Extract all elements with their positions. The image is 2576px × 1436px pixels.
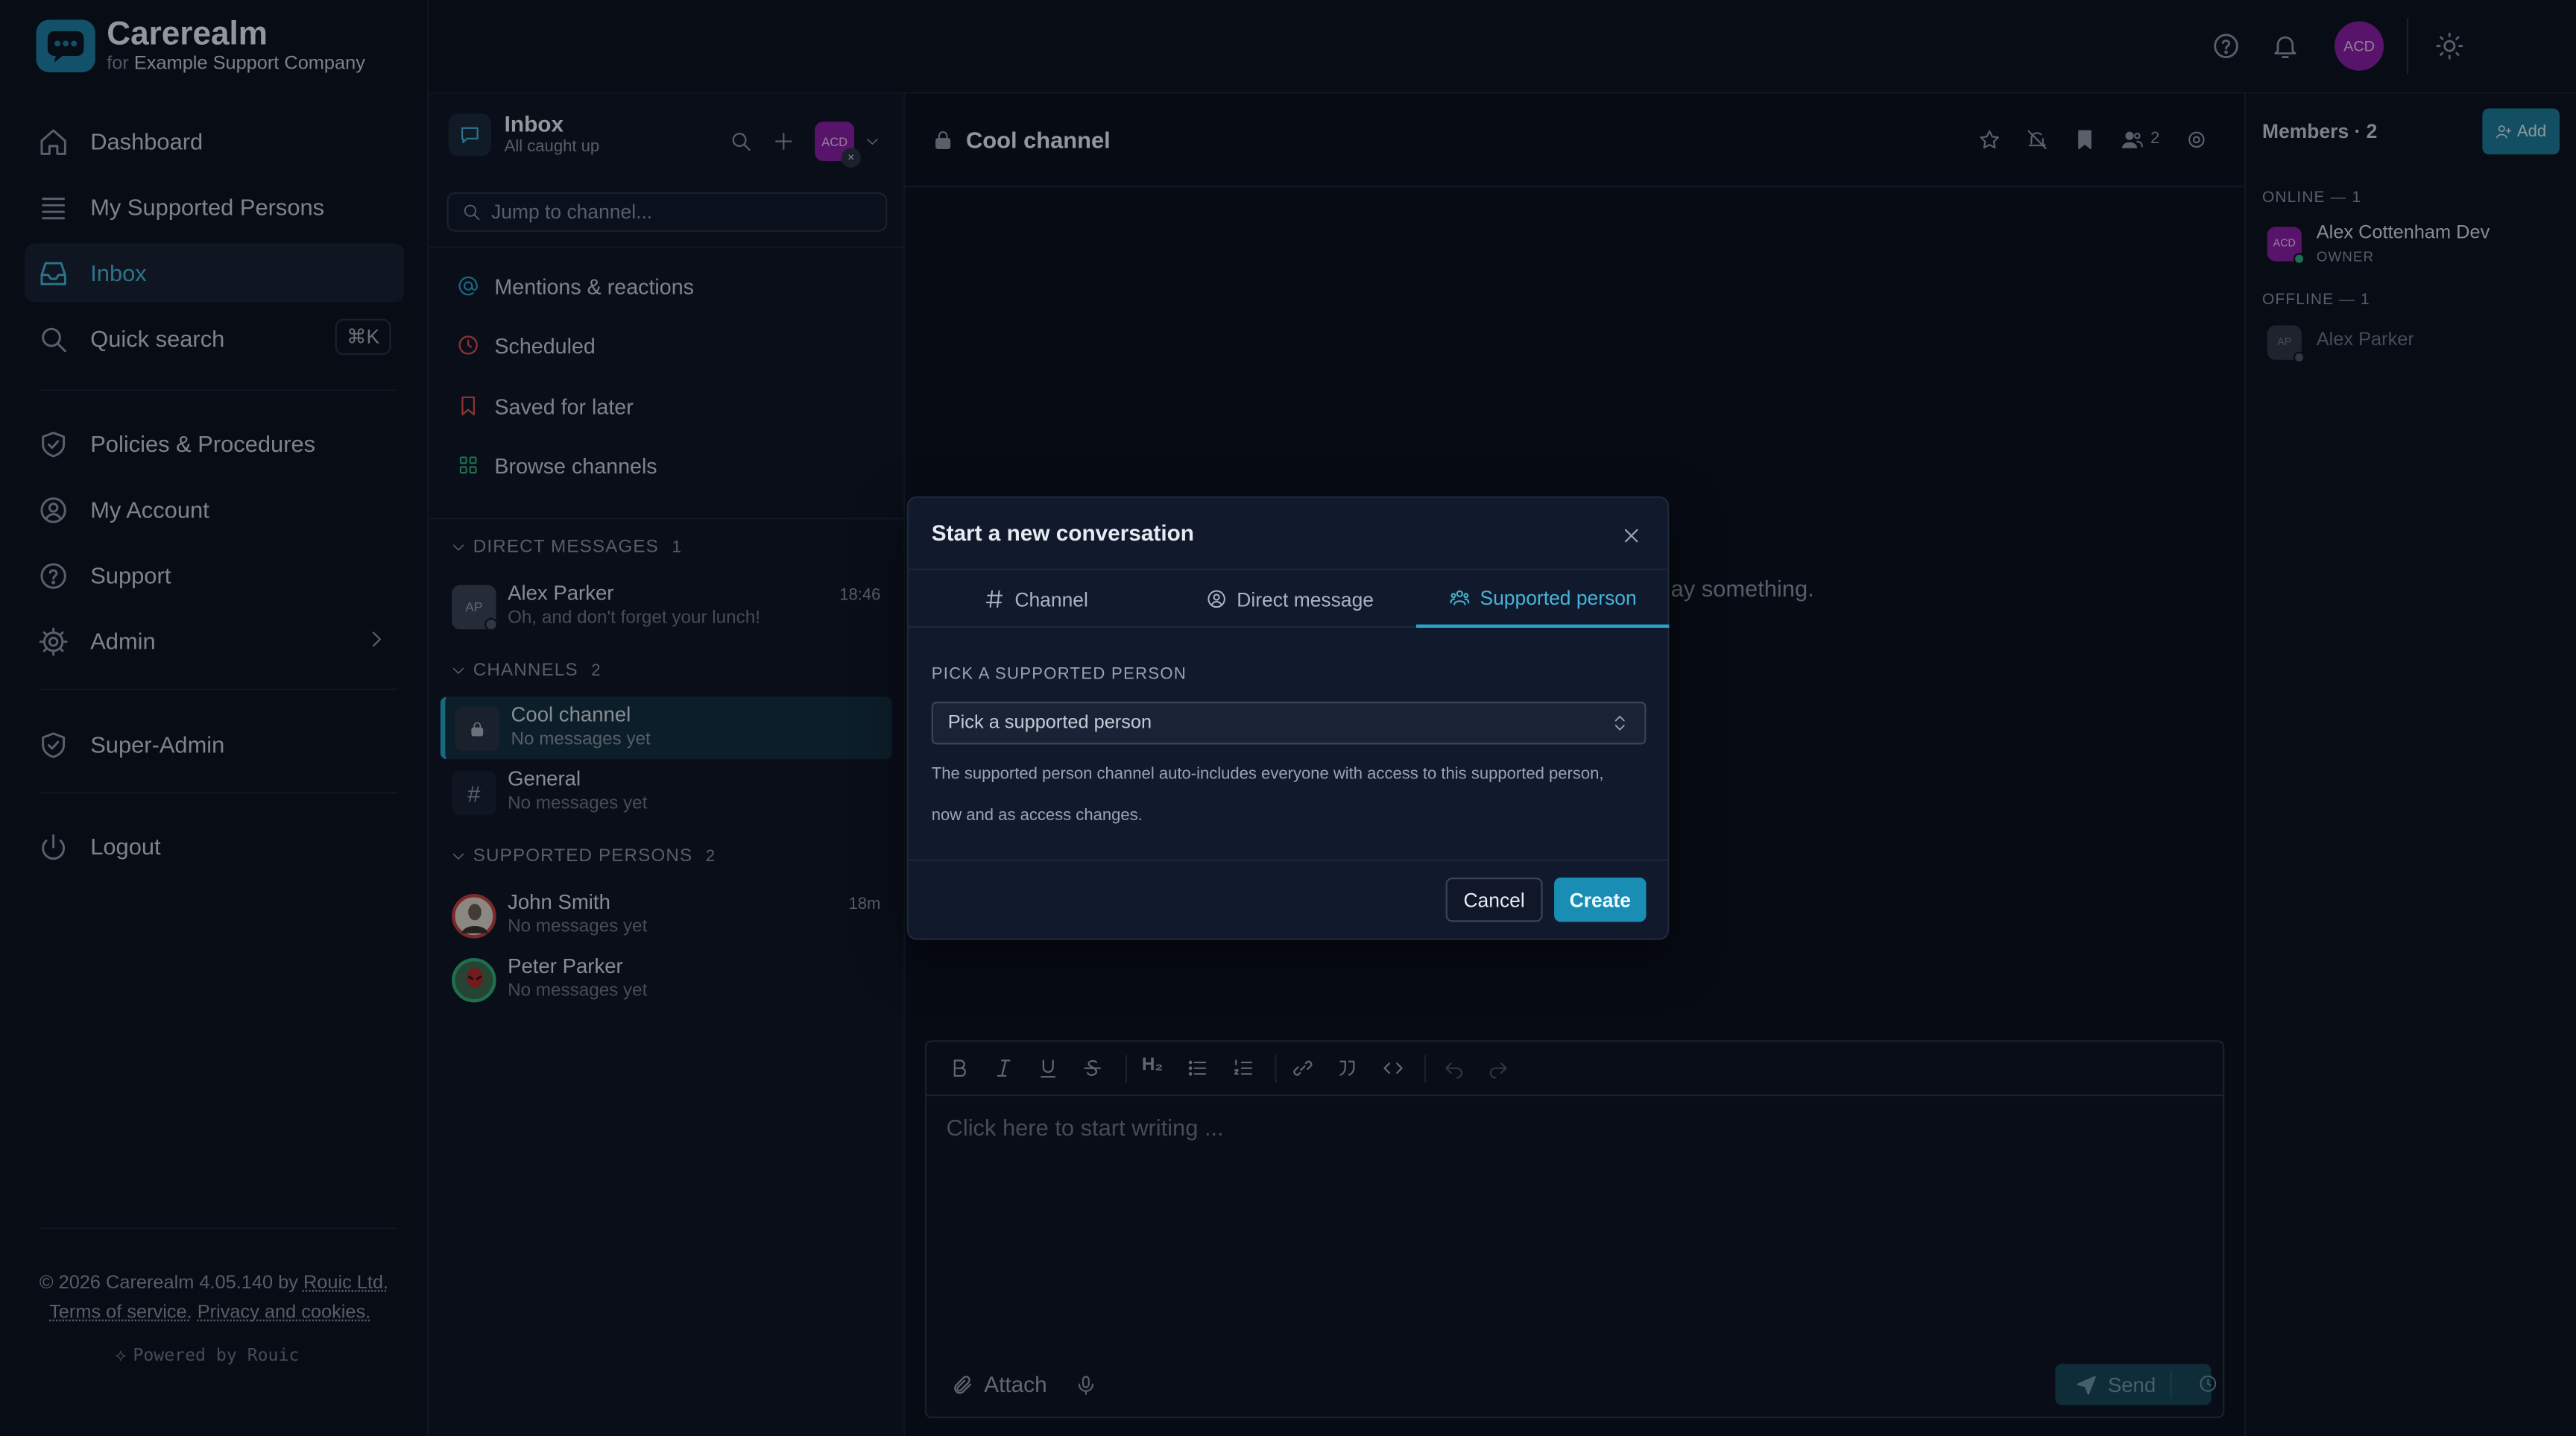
field-label: PICK A SUPPORTED PERSON [931, 665, 1187, 684]
close-icon[interactable] [1620, 524, 1643, 547]
supported-person-select[interactable]: Pick a supported person [931, 702, 1647, 745]
user-circle-icon [1207, 590, 1225, 608]
help-text: The supported person channel auto-includ… [931, 766, 1604, 825]
cancel-button[interactable]: Cancel [1445, 877, 1543, 922]
create-button[interactable]: Create [1554, 877, 1647, 922]
chevron-up-down-icon [1614, 716, 1625, 731]
tab-direct-message[interactable]: Direct message [1164, 570, 1416, 628]
dialog-title: Start a new conversation [931, 520, 1194, 546]
divider [908, 859, 1668, 861]
conversation-type-tabs: Channel Direct message Supported person [908, 568, 1670, 628]
tab-channel[interactable]: Channel [909, 570, 1164, 628]
users-icon [1449, 590, 1469, 605]
hash-icon [985, 590, 1003, 608]
new-conversation-dialog: Start a new conversation Channel Direct … [906, 496, 1670, 940]
tab-supported-person[interactable]: Supported person [1415, 570, 1670, 628]
